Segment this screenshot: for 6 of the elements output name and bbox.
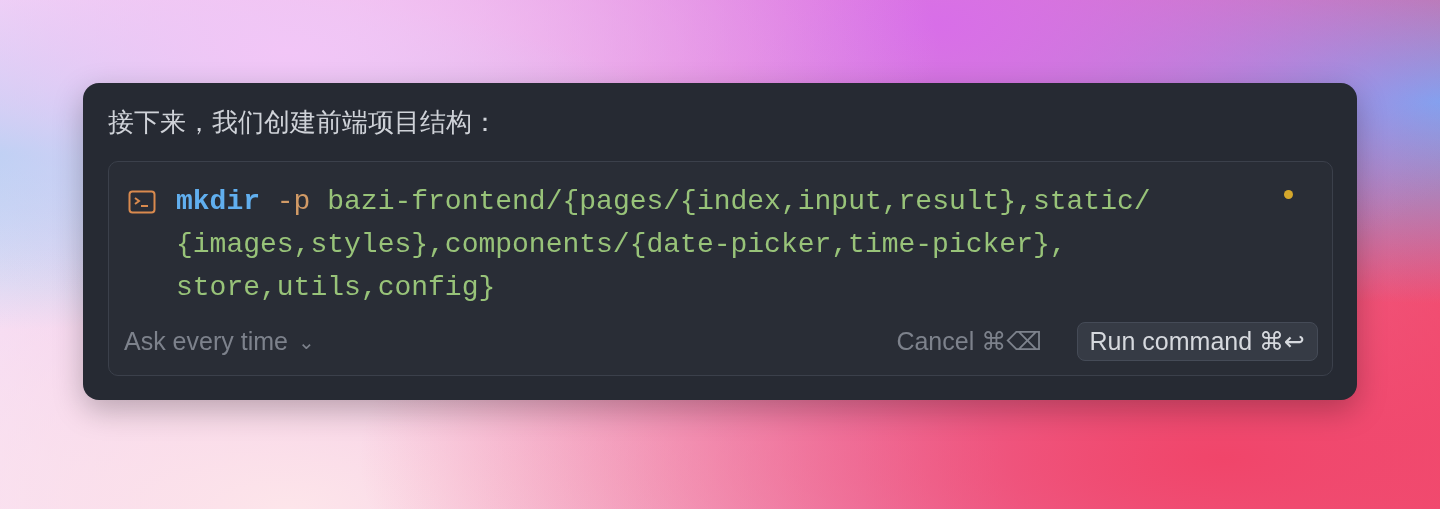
cancel-button[interactable]: Cancel ⌘⌫ bbox=[883, 322, 1055, 361]
message-text: 接下来，我们创建前端项目结构： bbox=[108, 106, 499, 139]
approval-dropdown[interactable]: Ask every time ⌄ bbox=[124, 327, 315, 356]
run-button[interactable]: Run command ⌘↩ bbox=[1076, 322, 1318, 361]
command-code: mkdir -p bazi-frontend/{pages/{index,input,result},static/ {images,styles},components/{date-picker,time-picker}, store,utils,config} bbox=[176, 185, 1152, 305]
terminal-icon bbox=[128, 190, 156, 214]
